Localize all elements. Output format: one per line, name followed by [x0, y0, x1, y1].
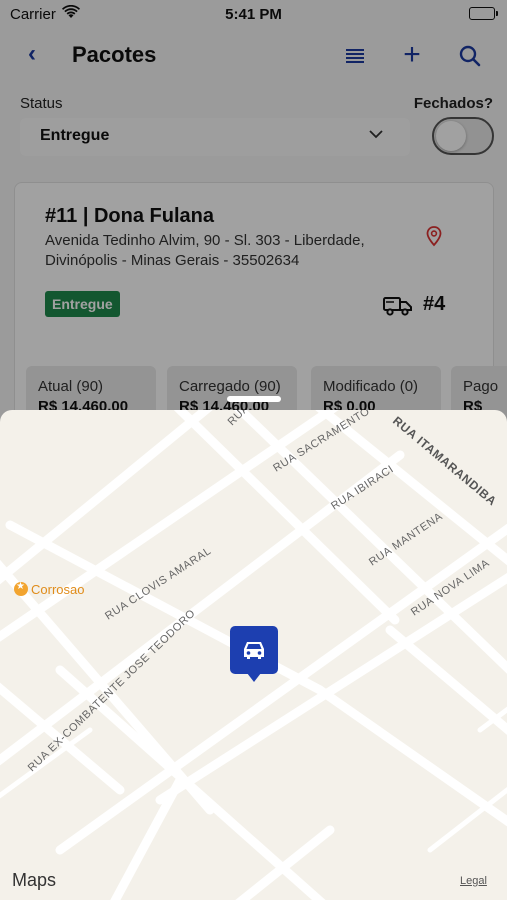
vehicle-marker[interactable]	[230, 626, 278, 682]
poi-label: Corrosao	[31, 582, 85, 597]
maps-attribution: Maps	[12, 870, 56, 891]
sheet-grabber[interactable]	[227, 396, 281, 402]
star-icon	[14, 581, 28, 596]
car-icon	[244, 642, 264, 659]
street-label: RUA IBIRACI	[329, 463, 396, 512]
legal-link[interactable]: Legal	[460, 875, 487, 887]
street-label: RUA ITAMARANDIBA	[390, 414, 499, 509]
maps-attribution-label: Maps	[12, 870, 57, 890]
poi-corrosao[interactable]: Corrosao	[14, 581, 85, 597]
